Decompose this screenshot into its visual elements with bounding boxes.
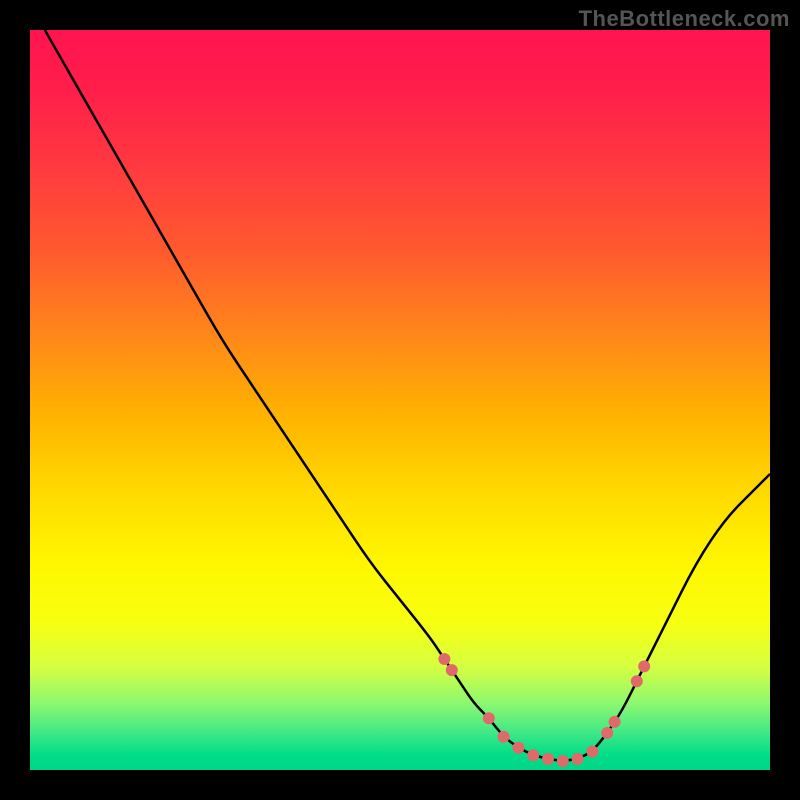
gradient-background	[30, 30, 770, 770]
chart-container: TheBottleneck.com	[0, 0, 800, 800]
plot-area	[30, 30, 770, 770]
watermark-text: TheBottleneck.com	[579, 6, 790, 32]
